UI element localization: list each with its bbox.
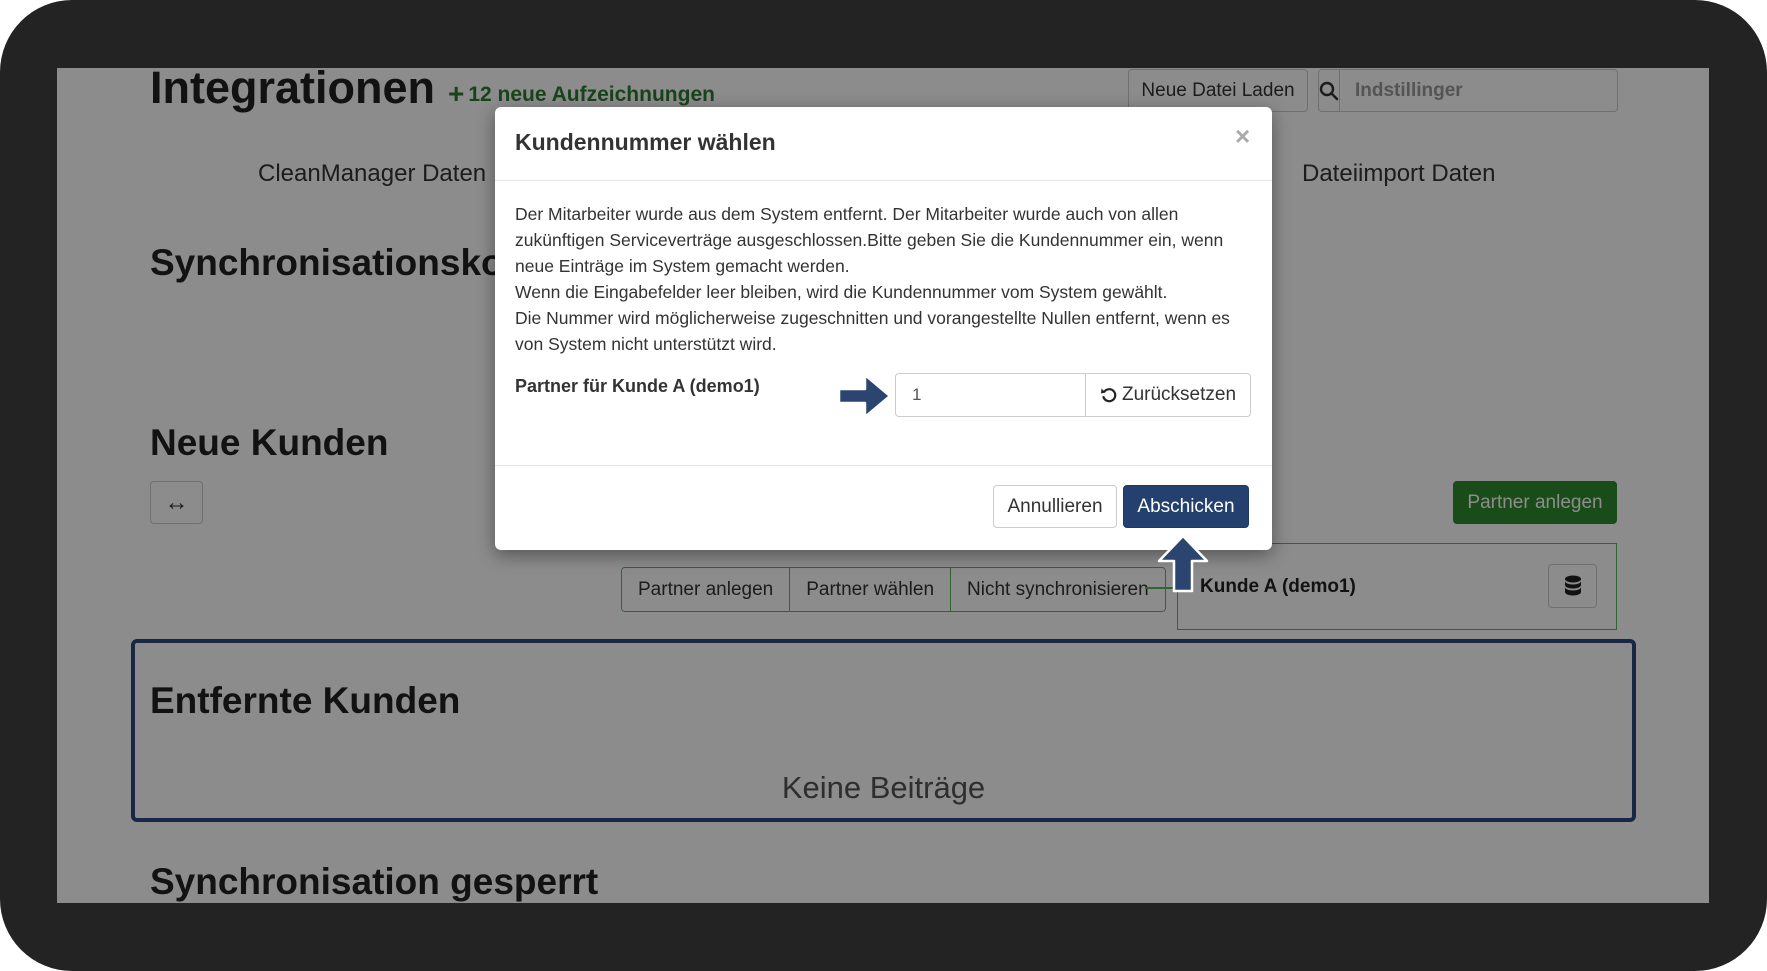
screen: Integrationen +12 neue Aufzeichnungen Ne…	[57, 68, 1709, 903]
close-icon[interactable]: ×	[1235, 123, 1250, 149]
arrow-right-annotation	[837, 373, 892, 419]
customer-number-dialog: Kundennummer wählen × Der Mitarbeiter wu…	[495, 107, 1272, 550]
cancel-button[interactable]: Annullieren	[993, 485, 1117, 528]
submit-button[interactable]: Abschicken	[1123, 485, 1249, 528]
undo-icon	[1100, 388, 1117, 403]
device-frame: Integrationen +12 neue Aufzeichnungen Ne…	[0, 0, 1767, 971]
modal-text-1: Der Mitarbeiter wurde aus dem System ent…	[515, 204, 1224, 276]
partner-field-label: Partner für Kunde A (demo1)	[515, 376, 760, 396]
modal-body: Der Mitarbeiter wurde aus dem System ent…	[515, 201, 1255, 357]
arrow-up-annotation	[1157, 534, 1209, 593]
reset-button[interactable]: Zurücksetzen	[1085, 373, 1251, 417]
modal-footer: Annullieren Abschicken	[495, 465, 1272, 550]
reset-button-label: Zurücksetzen	[1121, 384, 1237, 405]
modal-title: Kundennummer wählen	[515, 129, 776, 155]
modal-header: Kundennummer wählen ×	[495, 107, 1272, 181]
modal-text-2: Wenn die Eingabefelder leer bleiben, wir…	[515, 282, 1168, 302]
modal-text-3: Die Nummer wird möglicherweise zugeschni…	[515, 308, 1230, 354]
partner-number-input[interactable]	[895, 373, 1085, 417]
